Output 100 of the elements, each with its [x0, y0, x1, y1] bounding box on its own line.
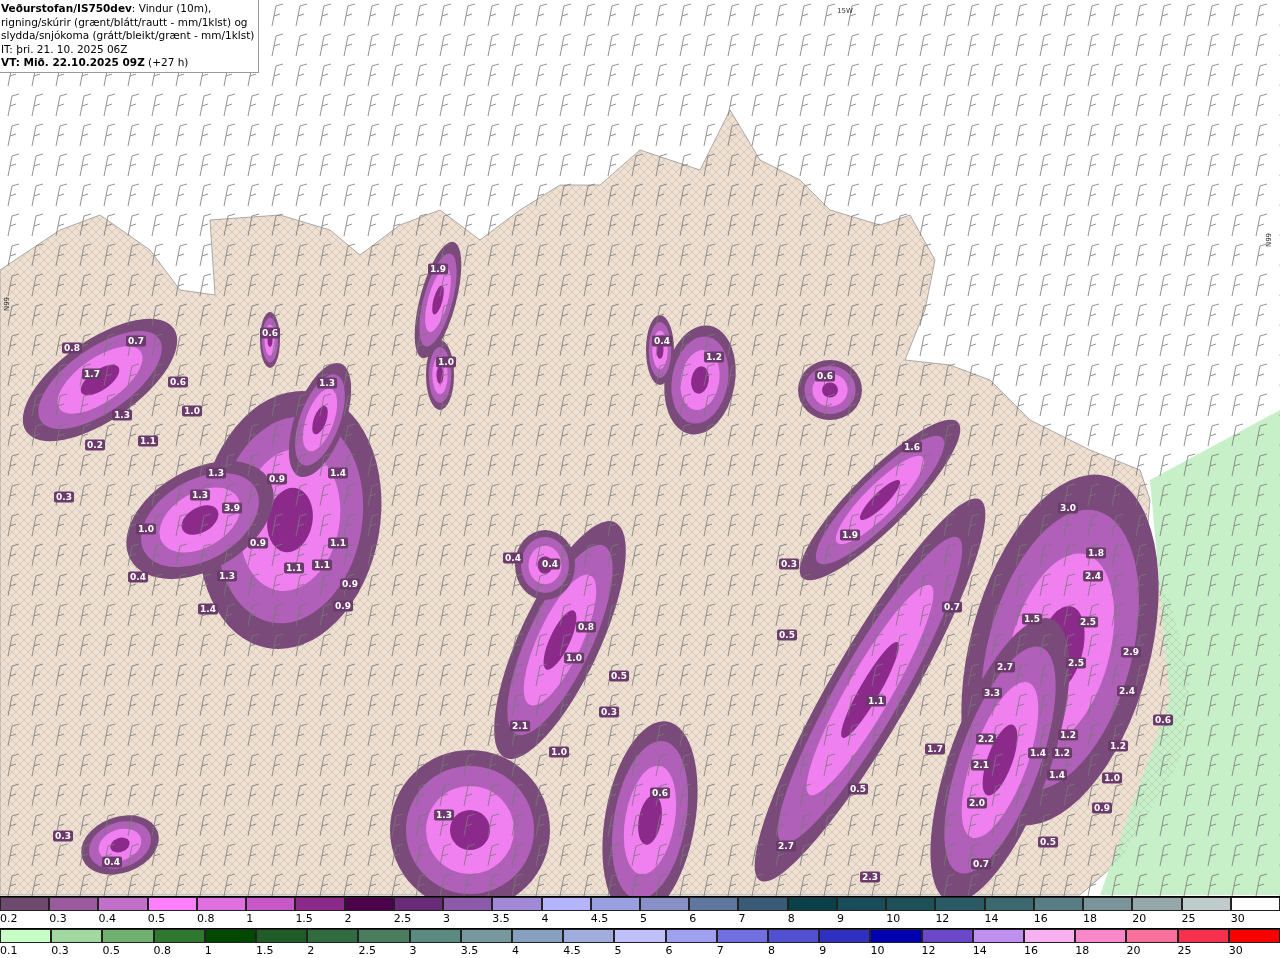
- precipitation-value: 2.2: [976, 733, 996, 745]
- precipitation-value: 0.6: [168, 376, 188, 388]
- legend-label: 18: [1083, 911, 1099, 926]
- precipitation-value: 3.0: [1058, 502, 1078, 514]
- precipitation-value: 0.3: [599, 706, 619, 718]
- precipitation-value: 1.0: [549, 746, 569, 758]
- legend-label: 2: [307, 943, 316, 958]
- precipitation-value: 0.4: [503, 552, 523, 564]
- precipitation-value: 2.1: [971, 759, 991, 771]
- legend-label: 0.5: [147, 911, 167, 926]
- legend-label: 7: [738, 911, 747, 926]
- precipitation-value: 2.0: [967, 797, 987, 809]
- precipitation-value: 1.1: [284, 562, 304, 574]
- precipitation-value: 1.7: [82, 368, 102, 380]
- precipitation-value: 1.3: [217, 570, 237, 582]
- precipitation-value: 0.8: [576, 621, 596, 633]
- precipitation-value: 2.1: [510, 720, 530, 732]
- legend-label: 1.5: [256, 943, 275, 958]
- precipitation-value: 0.4: [128, 571, 148, 583]
- legend-label: 9: [836, 911, 845, 926]
- precipitation-value: 0.6: [815, 370, 835, 382]
- legend-label: 30: [1230, 911, 1246, 926]
- legend-label: 0.2: [0, 911, 19, 926]
- legend-label: 4: [541, 911, 550, 926]
- precipitation-value: 0.6: [650, 787, 670, 799]
- legend-label: 25: [1177, 943, 1193, 958]
- legend-label: 7: [716, 943, 725, 958]
- precipitation-value: 0.3: [779, 558, 799, 570]
- precipitation-value: 2.7: [776, 840, 796, 852]
- legend-label: 10: [886, 911, 902, 926]
- precipitation-value: 1.1: [138, 435, 158, 447]
- precipitation-value: 1.0: [182, 405, 202, 417]
- legend-label: 3: [409, 943, 418, 958]
- precipitation-value: 1.7: [925, 743, 945, 755]
- legend-label: 8: [787, 911, 796, 926]
- legend-label: 20: [1126, 943, 1142, 958]
- precipitation-value: 1.1: [866, 695, 886, 707]
- precipitation-value: 1.9: [428, 263, 448, 275]
- precipitation-value: 0.5: [1038, 836, 1058, 848]
- legend-label: 14: [972, 943, 988, 958]
- precipitation-value: 2.9: [1121, 646, 1141, 658]
- legend-label: 2.5: [358, 943, 377, 958]
- legend-label: 1: [204, 943, 213, 958]
- legend-label: 25: [1181, 911, 1197, 926]
- precipitation-value: 1.4: [198, 603, 218, 615]
- precipitation-value: 0.6: [260, 327, 280, 339]
- legend-label: 5: [614, 943, 623, 958]
- legend-label: 4.5: [563, 943, 582, 958]
- precipitation-value: 1.1: [328, 537, 348, 549]
- precipitation-value: 0.9: [340, 578, 360, 590]
- legend-label: 4.5: [590, 911, 610, 926]
- legend-label: 1.5: [295, 911, 314, 926]
- legend-label: 6: [689, 911, 698, 926]
- legend-label: 9: [819, 943, 828, 958]
- legend-label: 12: [921, 943, 937, 958]
- legend-label: 16: [1033, 911, 1049, 926]
- precipitation-value: 1.2: [704, 351, 724, 363]
- legend-label: 0.1: [0, 943, 19, 958]
- precipitation-value: 0.2: [85, 439, 105, 451]
- precipitation-value: 1.4: [1028, 747, 1048, 759]
- legend-label: 0.3: [49, 911, 68, 926]
- legend-label: 30: [1228, 943, 1244, 958]
- legend-label: 0.8: [196, 911, 216, 926]
- precipitation-value: 3.9: [222, 502, 242, 514]
- precipitation-value: 0.9: [1092, 802, 1112, 814]
- legend-label: 18: [1075, 943, 1091, 958]
- precipitation-value: 2.5: [1066, 657, 1086, 669]
- precipitation-value: 1.3: [317, 377, 337, 389]
- precipitation-value: 1.9: [840, 529, 860, 541]
- legend-label: 8: [768, 943, 776, 958]
- legend-label: 0.3: [51, 943, 70, 958]
- legend-label: 5: [640, 911, 648, 926]
- precipitation-value: 0.5: [777, 629, 797, 641]
- precipitation-value: 1.0: [564, 652, 584, 664]
- precipitation-value: 1.0: [1102, 772, 1122, 784]
- legend-label: 3.5: [492, 911, 511, 926]
- precipitation-value: 2.3: [860, 871, 880, 883]
- precipitation-value: 1.6: [902, 441, 922, 453]
- legend-label: 16: [1024, 943, 1039, 958]
- precipitation-value: 1.0: [136, 523, 156, 535]
- legend-label: 6: [665, 943, 674, 958]
- precipitation-value: 0.7: [942, 601, 962, 613]
- legend-label: 14: [984, 911, 1000, 926]
- legend-label: 3: [443, 911, 452, 926]
- precipitation-value: 2.4: [1083, 570, 1103, 582]
- precipitation-value: 0.5: [609, 670, 629, 682]
- precipitation-value: 1.4: [328, 467, 348, 479]
- precipitation-value: 1.5: [1022, 613, 1042, 625]
- legend-label: 12: [935, 911, 951, 926]
- legend-label: 0.5: [102, 943, 121, 958]
- precipitation-value: 1.1: [312, 559, 332, 571]
- precipitation-value: 0.8: [62, 342, 82, 354]
- precipitation-value: 0.3: [54, 491, 74, 503]
- legend-label: 0.4: [98, 911, 117, 926]
- precipitation-value: 1.8: [1086, 547, 1106, 559]
- legend-label: 2.5: [393, 911, 413, 926]
- precipitation-value: 1.3: [190, 489, 210, 501]
- legend-label: 2: [344, 911, 353, 926]
- precipitation-value: 1.3: [112, 409, 132, 421]
- precipitation-value: 2.5: [1078, 616, 1098, 628]
